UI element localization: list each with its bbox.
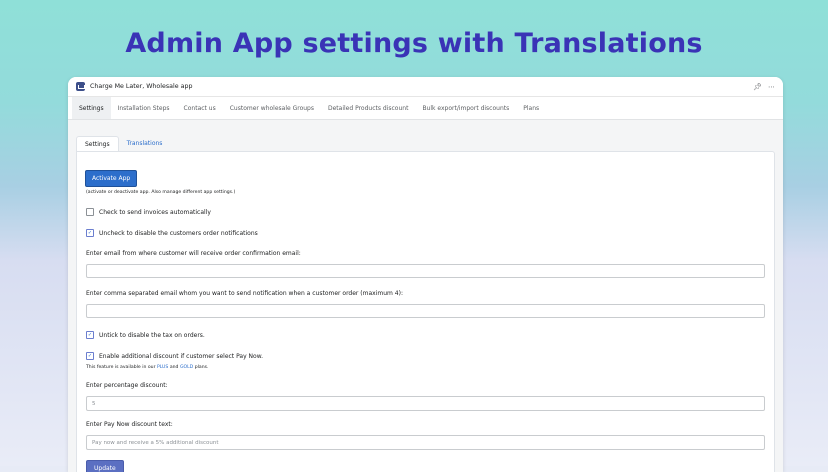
send-invoices-label: Check to send invoices automatically [99,208,211,216]
notify-emails-field[interactable] [86,304,765,318]
tax-row: ✓ Untick to disable the tax on orders. [86,331,765,339]
plan-availability-note: This feature is available in our PLUS an… [86,365,765,370]
pin-icon[interactable]: 📌︎ [753,83,762,91]
settings-content: Settings Translations Activate App (acti… [68,120,783,472]
pay-now-discount-row: ✓ Enable additional discount if customer… [86,352,765,360]
order-notifications-label: Uncheck to disable the customers order n… [99,229,258,237]
percentage-discount-field[interactable]: 5 [86,396,765,411]
pay-now-discount-checkbox[interactable]: ✓ [86,352,94,360]
activate-hint: (activate or deactivate app. Also manage… [86,190,236,195]
send-invoices-checkbox[interactable] [86,208,94,216]
pay-now-discount-label: Enable additional discount if customer s… [99,352,263,360]
send-invoices-row: Check to send invoices automatically [86,208,765,216]
tab-translations[interactable]: Translations [119,136,171,151]
notify-emails-label: Enter comma separated email whom you wan… [86,290,403,297]
app-window: Charge Me Later, Wholesale app 📌︎ ⋯ Sett… [68,77,783,472]
nav-item-detailed-products-discount[interactable]: Detailed Products discount [321,97,415,119]
nav-item-customer-wholesale-groups[interactable]: Customer wholesale Groups [223,97,321,119]
app-icon [76,82,85,91]
nav-item-contact-us[interactable]: Contact us [177,97,223,119]
from-email-label: Enter email from where customer will rec… [86,250,301,257]
tab-settings[interactable]: Settings [76,136,119,151]
paynow-text-field[interactable]: Pay now and receive a 5% additional disc… [86,435,765,450]
update-button[interactable]: Update [86,460,124,472]
percentage-label: Enter percentage discount: [86,382,168,389]
settings-panel: Activate App (activate or deactivate app… [76,151,775,472]
plan-note-and: and [169,365,179,370]
nav-item-settings[interactable]: Settings [72,97,111,119]
main-nav: Settings Installation Steps Contact us C… [68,97,783,120]
tax-checkbox[interactable]: ✓ [86,331,94,339]
plan-plus-link[interactable]: PLUS [157,365,168,370]
activate-app-button[interactable]: Activate App [85,170,138,187]
app-titlebar: Charge Me Later, Wholesale app 📌︎ ⋯ [68,77,783,97]
page-headline: Admin App settings with Translations [125,28,703,59]
plan-note-prefix: This feature is available in our [86,365,156,370]
app-title: Charge Me Later, Wholesale app [90,83,193,90]
settings-subtabs: Settings Translations [76,136,775,151]
tax-label: Untick to disable the tax on orders. [99,331,205,339]
nav-item-plans[interactable]: Plans [516,97,546,119]
paynow-text-label: Enter Pay Now discount text: [86,421,173,428]
from-email-field[interactable] [86,264,765,278]
nav-item-bulk-export-import[interactable]: Bulk export/import discounts [415,97,516,119]
more-horizontal-icon[interactable]: ⋯ [768,83,775,91]
order-notifications-checkbox[interactable]: ✓ [86,229,94,237]
nav-item-installation-steps[interactable]: Installation Steps [111,97,177,119]
order-notifications-row: ✓ Uncheck to disable the customers order… [86,229,765,237]
plan-gold-link[interactable]: GOLD [180,365,193,370]
plan-note-suffix: plans. [194,365,209,370]
